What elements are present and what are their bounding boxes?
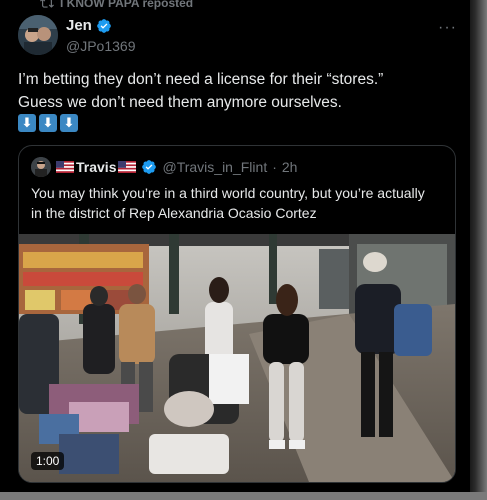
- video-thumbnail: [19, 234, 455, 482]
- us-flag-icon: [118, 161, 137, 173]
- quoted-timestamp[interactable]: 2h: [282, 159, 298, 175]
- verified-badge-icon: [97, 18, 111, 33]
- down-arrow-emojis: ⬇ ⬇ ⬇: [18, 114, 78, 132]
- quoted-tweet-text: You may think you’re in a third world co…: [31, 183, 443, 223]
- tweet-text-line-2: Guess we don’t need them anymore ourselv…: [18, 94, 342, 111]
- tweet-frame: I KNOW PAPA reposted Jen @JPo1369 ··· I’…: [0, 0, 470, 492]
- verified-badge-icon: [142, 160, 157, 174]
- us-flag-icon: [56, 161, 74, 173]
- repost-label: I KNOW PAPA reposted: [60, 0, 194, 10]
- separator-dot: ·: [272, 159, 277, 175]
- author-handle[interactable]: @JPo1369: [66, 38, 135, 54]
- more-options-icon[interactable]: ···: [438, 19, 457, 37]
- tweet-text: I’m betting they don’t need a license fo…: [18, 68, 458, 114]
- quoted-author-avatar[interactable]: [31, 157, 51, 177]
- down-arrow-icon: ⬇: [39, 114, 57, 132]
- author-name[interactable]: Jen: [66, 17, 92, 34]
- repost-indicator[interactable]: I KNOW PAPA reposted: [40, 0, 193, 10]
- quoted-tweet[interactable]: Travis @Travis_in_Flint · 2h You may thi…: [18, 145, 456, 483]
- video-player[interactable]: 1:00: [19, 234, 455, 482]
- quoted-text-line-1: You may think you’re in a third world co…: [31, 185, 425, 201]
- repost-icon: [40, 0, 54, 8]
- quoted-author-name[interactable]: Travis: [76, 159, 116, 175]
- author-avatar[interactable]: [18, 15, 58, 55]
- down-arrow-icon: ⬇: [60, 114, 78, 132]
- tweet-text-line-1: I’m betting they don’t need a license fo…: [18, 71, 384, 88]
- window-bottom-edge: [0, 492, 487, 500]
- quoted-text-line-2: in the district of Rep Alexandria Ocasio…: [31, 205, 317, 221]
- video-duration-badge: 1:00: [31, 452, 65, 470]
- window-edge: [470, 0, 487, 500]
- quoted-author-handle[interactable]: @Travis_in_Flint: [162, 159, 267, 175]
- down-arrow-icon: ⬇: [18, 114, 36, 132]
